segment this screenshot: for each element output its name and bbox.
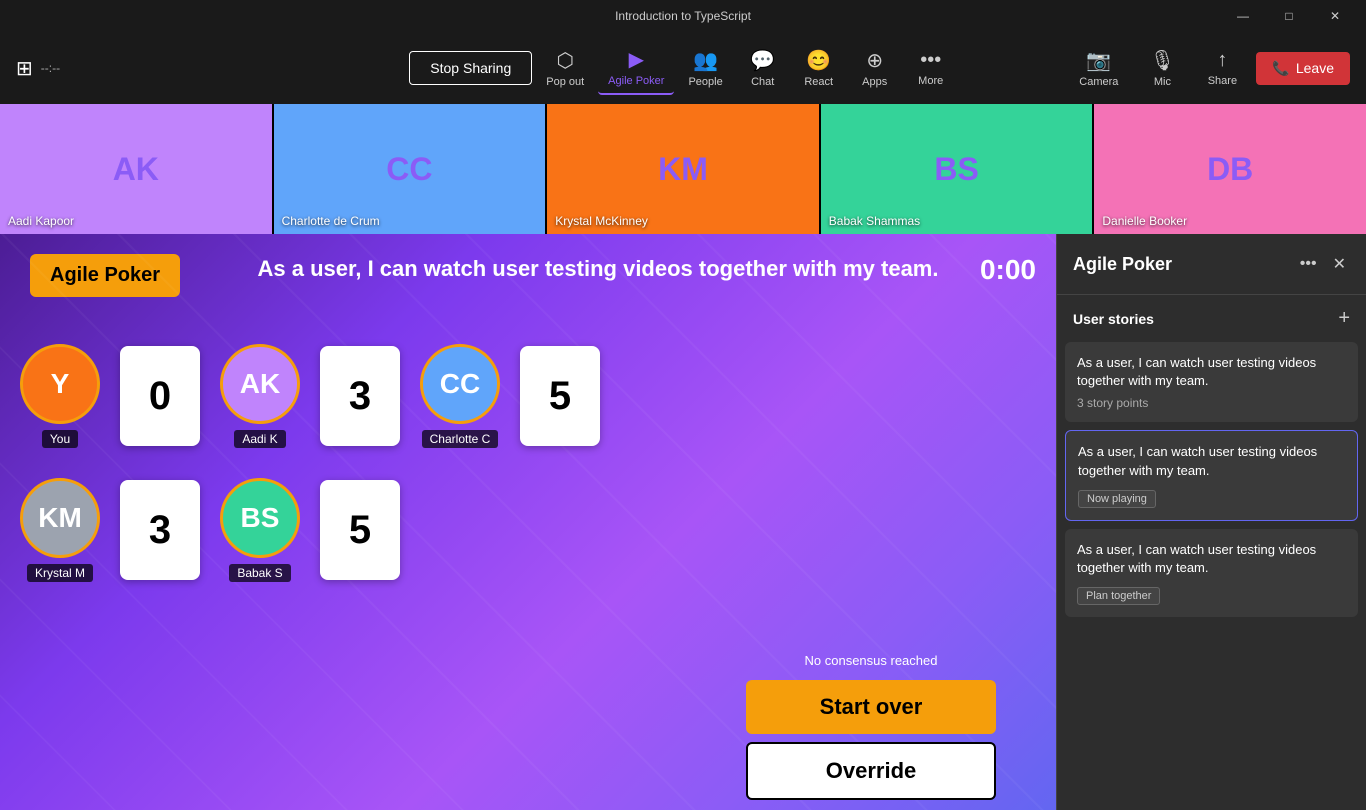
video-tile-0[interactable]: AK Aadi Kapoor — [0, 104, 272, 234]
story-list: As a user, I can watch user testing vide… — [1057, 342, 1366, 810]
player-you: Y You — [20, 344, 100, 448]
leave-button[interactable]: 📞 Leave — [1256, 52, 1350, 85]
agile-poker-button[interactable]: ▶ Agile Poker — [598, 41, 674, 95]
name-babaks: Babak S — [229, 564, 290, 582]
main-area: Agile Poker As a user, I can watch user … — [0, 234, 1366, 810]
titlebar-title: Introduction to TypeScript — [615, 9, 751, 23]
override-button[interactable]: Override — [746, 742, 996, 800]
game-timer: 0:00 — [980, 254, 1036, 286]
video-tile-3[interactable]: BS Babak Shammas — [821, 104, 1093, 234]
titlebar-controls: — □ ✕ — [1220, 0, 1358, 32]
story-points-0: 3 story points — [1077, 396, 1346, 410]
video-name-0: Aadi Kapoor — [8, 214, 74, 228]
agile-title-badge: Agile Poker — [30, 254, 180, 297]
agile-poker-icon: ▶ — [629, 47, 644, 72]
titlebar: Introduction to TypeScript — □ ✕ — [0, 0, 1366, 32]
name-you: You — [42, 430, 78, 448]
pop-out-icon: ⬡ — [556, 48, 573, 73]
share-icon: ↑ — [1217, 49, 1227, 72]
player-row-2: KM Krystal M 3 BS Babak S 5 — [20, 478, 1036, 582]
story-text-1: As a user, I can watch user testing vide… — [1078, 443, 1345, 479]
toolbar-left: ⊞ --:-- — [16, 56, 60, 81]
close-button[interactable]: ✕ — [1312, 0, 1358, 32]
video-name-2: Krystal McKinney — [555, 214, 648, 228]
share-button[interactable]: ↑ Share — [1196, 43, 1248, 93]
pop-out-button[interactable]: ⬡ Pop out — [536, 42, 594, 94]
story-badge-2: Plan together — [1077, 587, 1160, 605]
view-icon: ⊞ — [16, 56, 33, 81]
people-button[interactable]: 👥 People — [678, 42, 732, 94]
player-babaks: BS Babak S — [220, 478, 300, 582]
avatar-charlottec: CC — [420, 344, 500, 424]
vote-aadik: 3 — [320, 346, 400, 446]
panel-more-button[interactable]: ••• — [1296, 250, 1321, 278]
game-area: Agile Poker As a user, I can watch user … — [0, 234, 1056, 810]
video-strip: AK Aadi Kapoor CC Charlotte de Crum KM K… — [0, 104, 1366, 234]
avatar-aadik: AK — [220, 344, 300, 424]
stop-sharing-button[interactable]: Stop Sharing — [409, 51, 532, 85]
camera-icon: 📷 — [1086, 48, 1111, 73]
toolbar-right: 📷 Camera 🎙 Mic ↑ Share 📞 Leave — [1069, 42, 1350, 94]
video-tile-1[interactable]: CC Charlotte de Crum — [274, 104, 546, 234]
story-text-0: As a user, I can watch user testing vide… — [1077, 354, 1346, 390]
side-panel: Agile Poker ••• ✕ User stories + As a us… — [1056, 234, 1366, 810]
name-aadik: Aadi K — [234, 430, 285, 448]
story-item-2[interactable]: As a user, I can watch user testing vide… — [1065, 529, 1358, 617]
maximize-button[interactable]: □ — [1266, 0, 1312, 32]
no-consensus-text: No consensus reached — [805, 653, 938, 668]
video-name-3: Babak Shammas — [829, 214, 920, 228]
timer-display: --:-- — [41, 61, 60, 75]
story-item-1[interactable]: As a user, I can watch user testing vide… — [1065, 430, 1358, 520]
name-krystalm: Krystal M — [27, 564, 93, 582]
people-icon: 👥 — [693, 48, 718, 73]
video-name-4: Danielle Booker — [1102, 214, 1187, 228]
video-tile-4[interactable]: DB Danielle Booker — [1094, 104, 1366, 234]
current-story-title: As a user, I can watch user testing vide… — [240, 254, 956, 285]
vote-charlottec: 5 — [520, 346, 600, 446]
name-charlottec: Charlotte C — [422, 430, 499, 448]
panel-title: Agile Poker — [1073, 254, 1172, 275]
player-aadik: AK Aadi K — [220, 344, 300, 448]
story-item-0[interactable]: As a user, I can watch user testing vide… — [1065, 342, 1358, 422]
player-row-1: Y You 0 AK Aadi K 3 CC Charlotte C 5 — [20, 344, 1036, 448]
user-stories-header: User stories + — [1057, 295, 1366, 342]
start-over-button[interactable]: Start over — [746, 680, 996, 734]
apps-icon: ⊕ — [866, 48, 883, 73]
panel-close-button[interactable]: ✕ — [1329, 250, 1350, 278]
video-tile-2[interactable]: KM Krystal McKinney — [547, 104, 819, 234]
user-stories-label: User stories — [1073, 311, 1154, 327]
toolbar: ⊞ --:-- Stop Sharing ⬡ Pop out ▶ Agile P… — [0, 32, 1366, 104]
vote-you: 0 — [120, 346, 200, 446]
mic-button[interactable]: 🎙 Mic — [1136, 42, 1188, 94]
avatar-you: Y — [20, 344, 100, 424]
chat-icon: 💬 — [750, 48, 775, 73]
mic-icon: 🎙 — [1150, 48, 1175, 73]
more-button[interactable]: ••• More — [905, 43, 957, 93]
players-area: Y You 0 AK Aadi K 3 CC Charlotte C 5 — [20, 344, 1036, 612]
story-badge-1: Now playing — [1078, 490, 1156, 508]
leave-phone-icon: 📞 — [1272, 60, 1289, 77]
more-icon: ••• — [920, 49, 941, 72]
vote-babaks: 5 — [320, 480, 400, 580]
story-text-2: As a user, I can watch user testing vide… — [1077, 541, 1346, 577]
react-button[interactable]: 😊 React — [793, 42, 845, 94]
panel-header: Agile Poker ••• ✕ — [1057, 234, 1366, 295]
player-krystalm: KM Krystal M — [20, 478, 100, 582]
chat-button[interactable]: 💬 Chat — [737, 42, 789, 94]
vote-krystalm: 3 — [120, 480, 200, 580]
react-icon: 😊 — [806, 48, 831, 73]
avatar-krystalm: KM — [20, 478, 100, 558]
add-story-button[interactable]: + — [1338, 307, 1350, 330]
video-name-1: Charlotte de Crum — [282, 214, 380, 228]
player-charlottec: CC Charlotte C — [420, 344, 500, 448]
panel-header-icons: ••• ✕ — [1296, 250, 1350, 278]
apps-button[interactable]: ⊕ Apps — [849, 42, 901, 94]
camera-button[interactable]: 📷 Camera — [1069, 42, 1128, 94]
avatar-babaks: BS — [220, 478, 300, 558]
minimize-button[interactable]: — — [1220, 0, 1266, 32]
